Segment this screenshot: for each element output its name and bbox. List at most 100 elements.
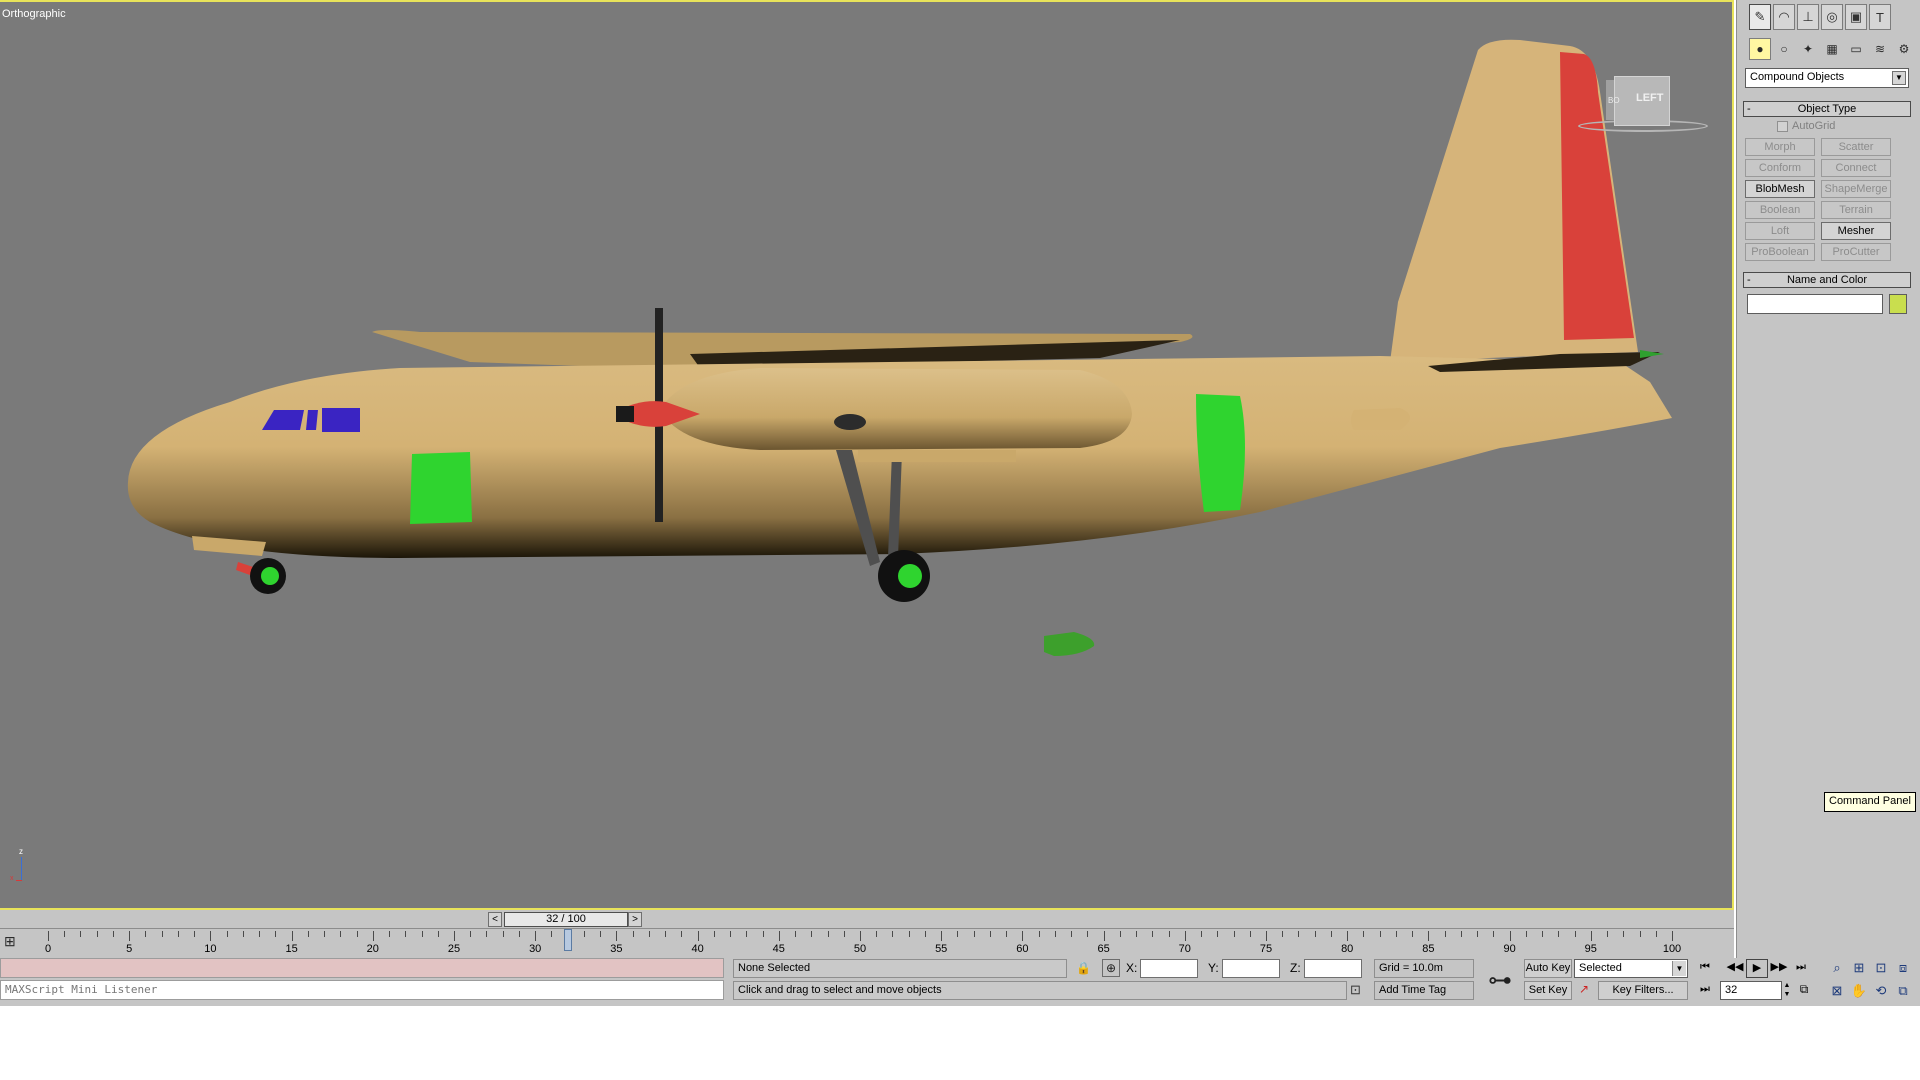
ruler-tick	[291, 931, 293, 941]
helpers-icon[interactable]: ▭	[1845, 38, 1867, 60]
z-coordinate-input[interactable]	[1304, 959, 1362, 978]
previous-frame-icon[interactable]: ◀◀	[1724, 959, 1746, 978]
auto-key-button[interactable]: Auto Key	[1524, 959, 1572, 978]
collapse-icon[interactable]: -	[1747, 273, 1751, 287]
lights-icon[interactable]: ✦	[1797, 38, 1819, 60]
frame-ruler[interactable]: 0 5 10 15 20 25 30 35 40 45 50 55 60 65 70 75 80 85 90 95 10…	[0, 929, 1734, 959]
go-to-start-icon[interactable]: ⏮	[1694, 959, 1716, 978]
pan-icon[interactable]: ✋	[1848, 982, 1870, 1002]
morph-button[interactable]: Morph	[1745, 138, 1815, 156]
ruler-tick	[811, 931, 813, 937]
frame-spinner[interactable]: ▲ ▼	[1782, 981, 1792, 1000]
ruler-label: 50	[853, 943, 867, 955]
display-tab[interactable]: ▣	[1845, 4, 1867, 30]
ruler-tick	[957, 931, 959, 937]
ruler-tick	[145, 931, 147, 937]
autogrid-checkbox[interactable]: AutoGrid	[1777, 120, 1835, 132]
ruler-label: 80	[1341, 943, 1354, 955]
add-time-tag-button[interactable]: Add Time Tag	[1374, 981, 1474, 1000]
name-color-rollout-header[interactable]: - Name and Color	[1743, 272, 1911, 288]
field-of-view-icon[interactable]: ⊠	[1826, 982, 1848, 1002]
shapes-icon[interactable]: ○	[1773, 38, 1795, 60]
object-type-rollout-header[interactable]: - Object Type	[1743, 101, 1911, 117]
zoom-extents-all-icon[interactable]: ⧈	[1892, 959, 1914, 979]
motion-tab[interactable]: ◎	[1821, 4, 1843, 30]
utilities-tab[interactable]: T	[1869, 4, 1891, 30]
ruler-tick	[1330, 931, 1332, 937]
scatter-button[interactable]: Scatter	[1821, 138, 1891, 156]
hierarchy-tab[interactable]: ⊥	[1797, 4, 1819, 30]
mesher-button[interactable]: Mesher	[1821, 222, 1891, 240]
key-mode-icon[interactable]: ↗	[1574, 982, 1594, 1000]
ruler-tick	[1168, 931, 1170, 937]
modify-tab[interactable]: ◠	[1773, 4, 1795, 30]
ruler-tick	[502, 931, 504, 937]
current-frame-input[interactable]: 32	[1720, 981, 1782, 1000]
collapse-icon[interactable]: -	[1747, 102, 1751, 116]
viewcube[interactable]: LEFT BO	[1578, 72, 1708, 132]
shapemerge-button[interactable]: ShapeMerge	[1821, 180, 1891, 198]
chevron-down-icon[interactable]: ▼	[1892, 71, 1906, 85]
orbit-icon[interactable]: ⟲	[1870, 982, 1892, 1002]
spacewarps-icon[interactable]: ≋	[1869, 38, 1891, 60]
time-slider-thumb[interactable]: 32 / 100	[504, 912, 628, 927]
maxscript-listener[interactable]: MAXScript Mini Listener	[0, 980, 724, 1000]
ruler-label: 85	[1422, 943, 1435, 955]
boolean-button[interactable]: Boolean	[1745, 201, 1815, 219]
playhead[interactable]	[563, 929, 572, 951]
play-icon[interactable]: ▶	[1746, 959, 1768, 978]
cameras-icon[interactable]: ▦	[1821, 38, 1843, 60]
maxscript-output-line[interactable]	[0, 958, 724, 978]
next-frame-icon[interactable]: ▶▶	[1768, 959, 1790, 978]
ruler-tick	[1347, 931, 1349, 941]
time-slider-prev-button[interactable]: <	[488, 912, 502, 927]
key-selection-dropdown[interactable]: Selected ▼	[1574, 959, 1688, 978]
geometry-icon[interactable]: ●	[1749, 38, 1771, 60]
key-filters-button[interactable]: Key Filters...	[1598, 981, 1688, 1000]
set-keys-icon[interactable]: ⊶	[1478, 966, 1522, 998]
ruler-tick	[454, 931, 455, 941]
terrain-button[interactable]: Terrain	[1821, 201, 1891, 219]
connect-button[interactable]: Connect	[1821, 159, 1891, 177]
set-key-button[interactable]: Set Key	[1524, 981, 1572, 1000]
category-dropdown[interactable]: Compound Objects ▼	[1745, 68, 1909, 88]
object-color-swatch[interactable]	[1889, 294, 1907, 314]
systems-icon[interactable]: ⚙	[1893, 38, 1915, 60]
ruler-tick	[226, 931, 228, 937]
conform-button[interactable]: Conform	[1745, 159, 1815, 177]
autogrid-label: AutoGrid	[1792, 120, 1836, 132]
object-name-input[interactable]	[1747, 294, 1883, 314]
key-selection-value: Selected	[1579, 962, 1622, 974]
loft-button[interactable]: Loft	[1745, 222, 1815, 240]
ruler-tick	[1477, 931, 1479, 937]
go-to-end-icon[interactable]: ⏭	[1790, 959, 1812, 978]
aircraft-model[interactable]	[0, 2, 1734, 910]
procutter-button[interactable]: ProCutter	[1821, 243, 1891, 261]
zoom-all-icon[interactable]: ⊞	[1848, 959, 1870, 979]
checkbox-icon[interactable]	[1777, 120, 1788, 132]
blobmesh-button[interactable]: BlobMesh	[1745, 180, 1815, 198]
maximize-viewport-icon[interactable]: ⧉	[1892, 982, 1914, 1002]
time-slider[interactable]: < 32 / 100 >	[0, 910, 1734, 928]
y-coordinate-input[interactable]	[1222, 959, 1280, 978]
zoom-icon[interactable]: ⌕	[1826, 959, 1848, 979]
x-coordinate-input[interactable]	[1140, 959, 1198, 978]
time-slider-next-button[interactable]: >	[628, 912, 642, 927]
viewcube-label[interactable]: LEFT	[1636, 92, 1664, 104]
create-tab[interactable]: ✎	[1749, 4, 1771, 30]
time-configuration-icon[interactable]: ⧉	[1794, 982, 1814, 1000]
track-bar[interactable]: 0 5 10 15 20 25 30 35 40 45 50 55 60 65 70 75 80 85 90 95 10…	[0, 928, 1734, 958]
absolute-mode-icon[interactable]: ⊕	[1102, 959, 1120, 977]
zoom-extents-icon[interactable]: ⊡	[1870, 959, 1892, 979]
curve-editor-icon[interactable]: ⊞	[4, 933, 22, 951]
chevron-down-icon[interactable]: ▼	[1672, 961, 1686, 976]
lock-icon[interactable]: 🔒	[1076, 961, 1091, 975]
viewport-left[interactable]: Orthographic LEFT BO z x	[0, 0, 1734, 910]
proboolean-button[interactable]: ProBoolean	[1745, 243, 1815, 261]
ruler-tick	[632, 931, 634, 937]
key-mode-toggle-icon[interactable]: ⏭	[1694, 981, 1716, 1000]
ruler-tick	[64, 931, 66, 937]
ruler-tick	[1574, 931, 1576, 937]
time-tag-icon[interactable]: ⊡	[1350, 982, 1361, 998]
ruler-label: 70	[1178, 943, 1191, 955]
